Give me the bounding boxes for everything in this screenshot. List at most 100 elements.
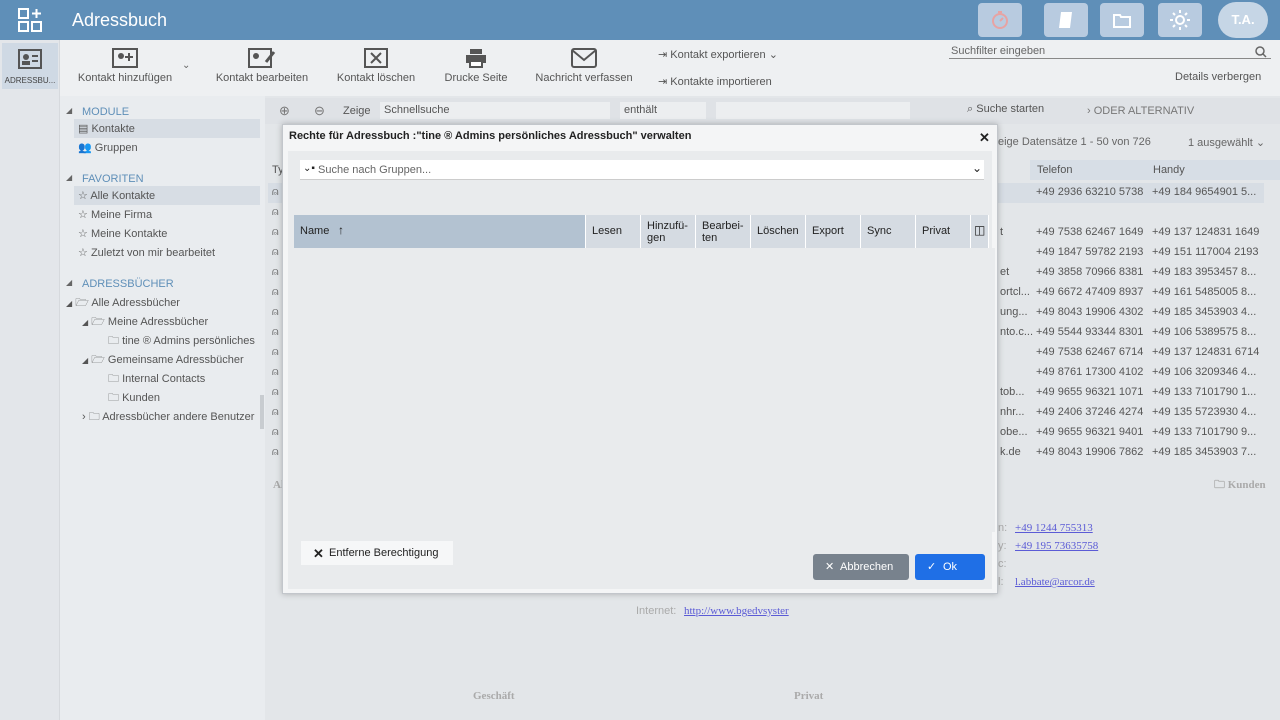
tree-item-customers[interactable]: 🗀 Kunden	[108, 389, 160, 408]
col-add-header[interactable]: Hinzufü- gen	[641, 215, 696, 248]
cell-mobile: +49 183 3953457 8...	[1152, 266, 1257, 278]
cell-phone: +49 1847 59782 2193	[1036, 246, 1144, 258]
add-contact-icon	[112, 48, 138, 68]
contact-type-icon: ⍝	[272, 306, 279, 318]
chevron-right-icon: ›	[82, 411, 86, 423]
tree-item-recently-edited[interactable]: ☆ Zuletzt von mir bearbeitet	[78, 246, 215, 259]
col-sync-label: Sync	[867, 225, 892, 237]
app-title: Adressbuch	[72, 10, 168, 30]
start-search-button[interactable]: ⌕ Suche starten	[967, 103, 1044, 116]
tree-item-all-addressbooks[interactable]: ◢ 🗁 Alle Adressbücher	[66, 294, 180, 313]
close-icon: ✕	[825, 561, 835, 573]
group-search-combo[interactable]: ⌄▪ Suche nach Gruppen... ⌄	[300, 160, 984, 180]
filter-operator-select[interactable]: enthält	[620, 102, 706, 119]
selection-count[interactable]: 1 ausgewählt ⌄	[1188, 136, 1265, 149]
remove-permission-button[interactable]: ✕ Entferne Berechtigung	[301, 541, 453, 565]
tree-item-internal-contacts[interactable]: 🗀 Internal Contacts	[108, 370, 205, 389]
filter-field-select[interactable]: Schnellsuche	[380, 102, 610, 119]
tree-item-my-contacts[interactable]: ☆ Meine Kontakte	[78, 227, 167, 240]
col-edit-header[interactable]: Bearbei- ten	[696, 215, 751, 248]
expand-icon: ◢	[66, 299, 73, 308]
tree-item-my-company[interactable]: ☆ Meine Firma	[78, 208, 152, 221]
detail-phone-link[interactable]: +49 1244 755313	[1015, 522, 1093, 534]
module-addressbook[interactable]: ADRESSBU...	[2, 43, 58, 89]
import-icon: ⇥	[658, 76, 668, 88]
tree-item-contacts[interactable]: ▤ Kontakte	[78, 122, 135, 135]
edit-contact-button[interactable]: Kontakt bearbeiten	[213, 48, 311, 84]
col-name-header[interactable]: Name ↑	[294, 215, 586, 248]
remove-filter-icon[interactable]: ⊖	[314, 103, 325, 119]
cell-fragment: et	[1000, 266, 1010, 278]
col-delete-header[interactable]: Löschen	[751, 215, 806, 248]
cell-fragment: nto.c...	[1000, 326, 1034, 338]
collapse-modules-icon[interactable]: ◢	[66, 106, 72, 115]
module-label: ADRESSBU...	[4, 76, 56, 85]
col-read-header[interactable]: Lesen	[586, 215, 641, 248]
tree-item-shared-addressbooks[interactable]: ◢ 🗁 Gemeinsame Adressbücher	[82, 351, 244, 370]
add-contact-dropdown-icon[interactable]: ⌄	[182, 60, 190, 71]
chevron-down-icon[interactable]: ⌄	[972, 161, 982, 175]
tree-item-groups[interactable]: 👥 Gruppen	[78, 141, 138, 154]
sort-asc-icon: ↑	[338, 223, 344, 237]
dialog-body: ⌄▪ Suche nach Gruppen... ⌄ Name ↑ Lesen …	[288, 151, 995, 589]
detail-label-n: n:	[998, 522, 1008, 534]
resize-handle[interactable]	[260, 395, 264, 429]
cell-phone: +49 2406 37246 4274	[1036, 406, 1144, 418]
compose-message-button[interactable]: Nachricht verfassen	[532, 48, 636, 84]
user-avatar[interactable]: T.A.	[1218, 2, 1268, 38]
my-addressbooks-label: Meine Adressbücher	[107, 316, 209, 328]
filter-value-input[interactable]	[716, 102, 910, 119]
export-contact-button[interactable]: ⇥ Kontakt exportieren ⌄	[658, 48, 778, 61]
column-chooser-icon[interactable]: ◫	[971, 215, 989, 248]
cell-mobile: +49 184 9654901 5...	[1152, 186, 1257, 198]
cell-fragment: k.de	[1000, 446, 1021, 458]
sun-icon	[1170, 10, 1190, 30]
detail-internet-link[interactable]: http://www.bgedvsyster	[684, 605, 789, 617]
add-filter-icon[interactable]: ⊕	[279, 103, 290, 119]
cell-mobile: +49 106 5389575 8...	[1152, 326, 1257, 338]
timer-button[interactable]	[978, 3, 1022, 37]
cell-mobile: +49 151 117004 2193	[1152, 246, 1259, 258]
detail-business-heading: Geschäft	[473, 690, 515, 702]
tree-item-personal-addressbook[interactable]: 🗀 tine ® Admins persönliches	[108, 332, 255, 351]
print-button[interactable]: Drucke Seite	[440, 48, 512, 84]
collapse-favorites-icon[interactable]: ◢	[66, 173, 72, 182]
detail-mobile-link[interactable]: +49 195 73635758	[1015, 540, 1098, 552]
favorites-header: FAVORITEN	[82, 173, 144, 185]
contact-type-icon: ⍝	[272, 346, 279, 358]
filter-bar: ⊕ ⊖ Zeige Schnellsuche enthält ⌕ Suche s…	[265, 98, 1280, 124]
tree-item-my-addressbooks[interactable]: ◢ 🗁 Meine Adressbücher	[82, 313, 208, 332]
search-filter-input[interactable]: Suchfilter eingeben	[949, 45, 1271, 59]
theme-button[interactable]	[1158, 3, 1202, 37]
col-mobile-header[interactable]: Handy	[1153, 164, 1185, 176]
group-search-input[interactable]: Suche nach Gruppen...	[318, 164, 431, 176]
delete-contact-button[interactable]: Kontakt löschen	[334, 48, 418, 84]
col-add-label-2: gen	[647, 232, 666, 244]
book-icon	[1059, 12, 1072, 28]
col-sync-header[interactable]: Sync	[861, 215, 916, 248]
compose-message-label: Nachricht verfassen	[535, 72, 633, 84]
all-contacts-label: Alle Kontakte	[90, 190, 156, 202]
col-phone-header[interactable]: Telefon	[1037, 164, 1072, 176]
tree-item-all-contacts[interactable]: ☆ Alle Kontakte	[78, 189, 155, 202]
apps-grid-icon[interactable]	[18, 8, 42, 32]
col-private-header[interactable]: Privat	[916, 215, 971, 248]
contacts-label: Kontakte	[91, 123, 135, 135]
contacts-icon: ▤	[78, 123, 89, 135]
or-alternative-button[interactable]: › ODER ALTERNATIV	[1087, 105, 1194, 117]
print-label: Drucke Seite	[444, 72, 508, 84]
detail-email-link[interactable]: l.abbate@arcor.de	[1015, 576, 1095, 588]
import-contacts-button[interactable]: ⇥ Kontakte importieren	[658, 75, 772, 88]
cancel-button[interactable]: ✕ Abbrechen	[813, 554, 909, 580]
files-button[interactable]	[1100, 3, 1144, 37]
hide-details-button[interactable]: Details verbergen	[1175, 71, 1261, 83]
ok-button[interactable]: ✓ Ok	[915, 554, 985, 580]
col-export-header[interactable]: Export	[806, 215, 861, 248]
add-contact-button[interactable]: Kontakt hinzufügen	[76, 48, 174, 84]
close-icon[interactable]: ✕	[979, 130, 990, 146]
collapse-addressbooks-icon[interactable]: ◢	[66, 278, 72, 287]
tree-item-other-users[interactable]: › 🗀 Adressbücher andere Benutzer	[82, 408, 254, 427]
notes-button[interactable]	[1044, 3, 1088, 37]
paging-info: eige Datensätze 1 - 50 von 726	[998, 136, 1151, 148]
search-icon[interactable]	[1255, 46, 1267, 58]
